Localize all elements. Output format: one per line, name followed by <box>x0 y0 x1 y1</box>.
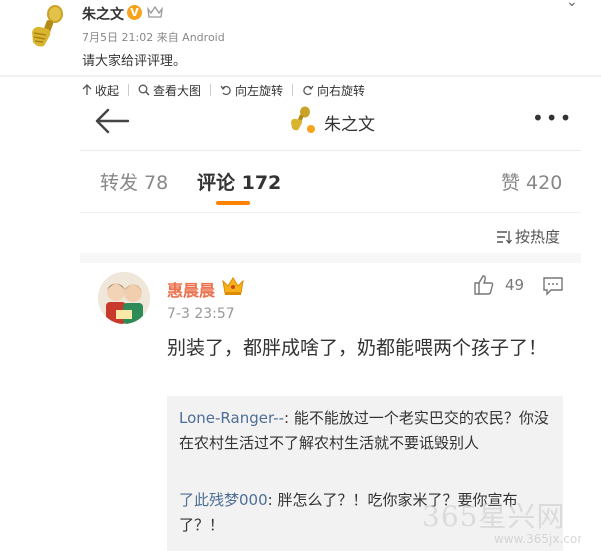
rotate-left-button[interactable]: 向左旋转 <box>220 82 283 99</box>
post-text: 请大家给评评理。 <box>82 54 187 69</box>
like-button: 49 <box>473 274 524 296</box>
section-gap <box>80 253 581 263</box>
toolbar-separator <box>210 84 212 96</box>
nav-verified-badge <box>306 124 316 134</box>
author-avatar[interactable] <box>22 2 72 52</box>
divider <box>80 150 581 151</box>
tab-comments: 评论 172 <box>197 172 282 194</box>
reply-user: 了此残梦000 <box>179 491 268 509</box>
sort-icon <box>497 230 512 244</box>
rotate-right-button[interactable]: 向右旋转 <box>302 82 365 99</box>
rotate-right-label: 向右旋转 <box>317 83 366 98</box>
nav-title: 朱之文 <box>324 115 375 135</box>
divider <box>80 212 581 213</box>
vip-crown-icon <box>222 277 244 295</box>
rotate-left-label: 向左旋转 <box>235 83 284 98</box>
reply-user: Lone-Ranger-- <box>179 409 284 427</box>
microphone-hand-icon <box>22 2 72 52</box>
divider <box>0 75 601 77</box>
comment-time: 7-3 23:57 <box>167 306 235 322</box>
watermark-url: www.365jx.com <box>494 532 581 546</box>
collapse-button[interactable]: 收起 <box>82 82 119 99</box>
reply-comment-icon <box>543 277 563 296</box>
view-large-button[interactable]: 查看大图 <box>138 82 201 99</box>
verified-badge: V <box>127 5 142 20</box>
active-tab-indicator <box>216 201 250 205</box>
chevron-down-icon[interactable]: ⌄ <box>566 0 578 10</box>
tab-reposts: 转发 78 <box>100 172 169 194</box>
sort-label: 按热度 <box>515 228 561 246</box>
tab-likes: 赞 420 <box>501 172 563 194</box>
post-meta: 7月5日 21:02 来自 Android <box>82 31 225 44</box>
arrow-up-icon <box>82 84 92 95</box>
watermark: 365星兴网 <box>422 500 566 533</box>
commenter-name: 惠晨晨 <box>167 281 216 300</box>
image-toolbar: 收起 查看大图 向左旋转 向右旋转 <box>82 82 365 98</box>
thumbs-up-icon <box>474 275 494 295</box>
member-crown-icon <box>147 5 163 18</box>
view-large-label: 查看大图 <box>153 83 202 98</box>
more-options-icon: ••• <box>532 106 574 130</box>
magnifier-icon <box>138 84 150 96</box>
reply-item: Lone-Ranger--: 能不能放过一个老实巴交的农民？你没在农村生活过不了… <box>179 406 555 456</box>
sort-by-hot: 按热度 <box>496 226 560 247</box>
author-name[interactable]: 朱之文 <box>82 4 124 24</box>
back-arrow-icon <box>95 108 130 134</box>
commenter-avatar <box>98 272 150 324</box>
rotate-left-icon <box>220 85 231 96</box>
post-image[interactable]: 朱之文 ••• 转发 78 评论 172 赞 420 按热度 惠晨晨 7-3 2… <box>80 102 581 551</box>
toolbar-separator <box>292 84 294 96</box>
children-photo-avatar <box>98 272 150 324</box>
toolbar-separator <box>128 84 130 96</box>
collapse-label: 收起 <box>95 83 120 98</box>
like-count: 49 <box>505 276 525 294</box>
rotate-right-icon <box>303 85 314 96</box>
comment-text: 别装了，都胖成啥了，奶都能喂两个孩子了！ <box>167 337 548 359</box>
